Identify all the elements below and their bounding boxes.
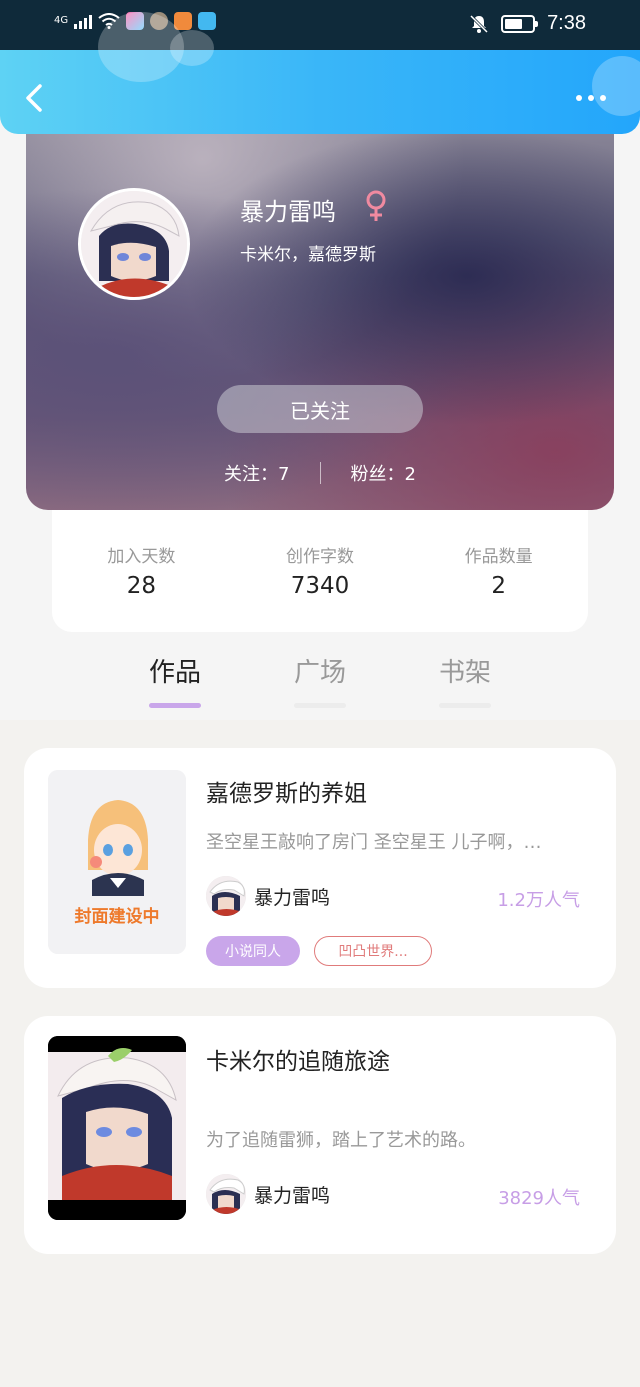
avatar-image	[81, 191, 187, 297]
work-title[interactable]: 嘉德罗斯的养姐	[206, 774, 367, 808]
tab-bookshelf[interactable]: 书架	[420, 652, 510, 708]
signal-icon	[74, 13, 93, 29]
work-title[interactable]: 卡米尔的追随旅途	[206, 1042, 390, 1076]
female-icon	[366, 190, 386, 221]
author-name: 暴力雷鸣	[254, 1184, 331, 1207]
work-cover[interactable]	[48, 1036, 186, 1220]
tab-indicator	[294, 703, 346, 708]
tag-category[interactable]: 小说同人	[206, 936, 300, 966]
tab-indicator	[439, 703, 491, 708]
tab-label: 书架	[438, 658, 491, 688]
author-avatar	[206, 1174, 246, 1214]
app-notification-icon	[198, 12, 217, 30]
tab-plaza[interactable]: 广场	[275, 652, 365, 708]
status-bar: 4G 7:38	[0, 0, 640, 50]
popularity-count: 1.2万人气	[497, 890, 580, 911]
divider	[319, 462, 321, 484]
stat-value: 2	[491, 573, 506, 599]
mute-bell-icon	[470, 14, 489, 33]
profile-header: 暴力雷鸣 卡米尔，嘉德罗斯 已关注 关注：7 粉丝：2	[26, 120, 614, 510]
author-name: 暴力雷鸣	[254, 886, 331, 909]
more-options-icon[interactable]	[576, 86, 610, 110]
popularity-count: 3829人气	[498, 1188, 580, 1209]
stat-label: 创作字数	[286, 547, 354, 567]
work-card[interactable]: 封面建设中 嘉德罗斯的养姐 圣空星王敲响了房门 圣空星王 儿子啊，… 暴力雷鸣 …	[24, 748, 616, 988]
profile-subtitle: 卡米尔，嘉德罗斯	[240, 245, 376, 265]
status-right-group: 7:38	[469, 12, 586, 35]
author-avatar	[206, 876, 246, 916]
profile-avatar[interactable]	[78, 188, 190, 300]
work-author[interactable]: 暴力雷鸣	[206, 876, 330, 916]
stat-value: 28	[126, 573, 156, 599]
work-card[interactable]: 卡米尔的追随旅途 为了追随雷狮，踏上了艺术的路。 暴力雷鸣 3829人气	[24, 1016, 616, 1254]
stat-join-days: 加入天数 28	[52, 510, 231, 632]
top-nav-bar	[0, 12, 640, 134]
tab-indicator-active	[149, 703, 201, 708]
tab-label: 广场	[293, 658, 346, 688]
stat-works-count: 作品数量 2	[409, 510, 588, 632]
tab-works[interactable]: 作品	[130, 652, 220, 708]
profile-tabs: 作品 广场 书架	[0, 640, 640, 720]
profile-username: 暴力雷鸣	[240, 198, 336, 226]
following-button[interactable]: 已关注	[217, 385, 423, 433]
work-cover[interactable]: 封面建设中	[48, 770, 186, 954]
stat-label: 加入天数	[107, 547, 176, 567]
cover-placeholder-text: 封面建设中	[74, 907, 160, 927]
cover-image	[48, 1036, 186, 1220]
network-type: 4G	[54, 15, 69, 26]
work-author[interactable]: 暴力雷鸣	[206, 1174, 330, 1214]
clock: 7:38	[547, 12, 586, 34]
tag-fandom[interactable]: 凹凸世界...	[314, 936, 432, 966]
profile-stats-card: 加入天数 28 创作字数 7340 作品数量 2	[52, 510, 588, 632]
work-description: 为了追随雷狮，踏上了艺术的路。	[206, 1130, 476, 1151]
follow-counts: 关注：7 粉丝：2	[26, 460, 614, 486]
stat-word-count: 创作字数 7340	[231, 510, 410, 632]
followers-count[interactable]: 粉丝：2	[351, 460, 416, 486]
tab-label: 作品	[148, 658, 201, 688]
following-count[interactable]: 关注：7	[224, 460, 289, 486]
stat-label: 作品数量	[464, 547, 533, 567]
battery-icon	[501, 14, 539, 33]
works-list: 封面建设中 嘉德罗斯的养姐 圣空星王敲响了房门 圣空星王 儿子啊，… 暴力雷鸣 …	[0, 720, 640, 1387]
decorative-bubble	[170, 30, 214, 66]
work-description: 圣空星王敲响了房门 圣空星王 儿子啊，…	[206, 832, 542, 853]
back-icon[interactable]	[20, 78, 50, 118]
stat-value: 7340	[290, 573, 350, 599]
